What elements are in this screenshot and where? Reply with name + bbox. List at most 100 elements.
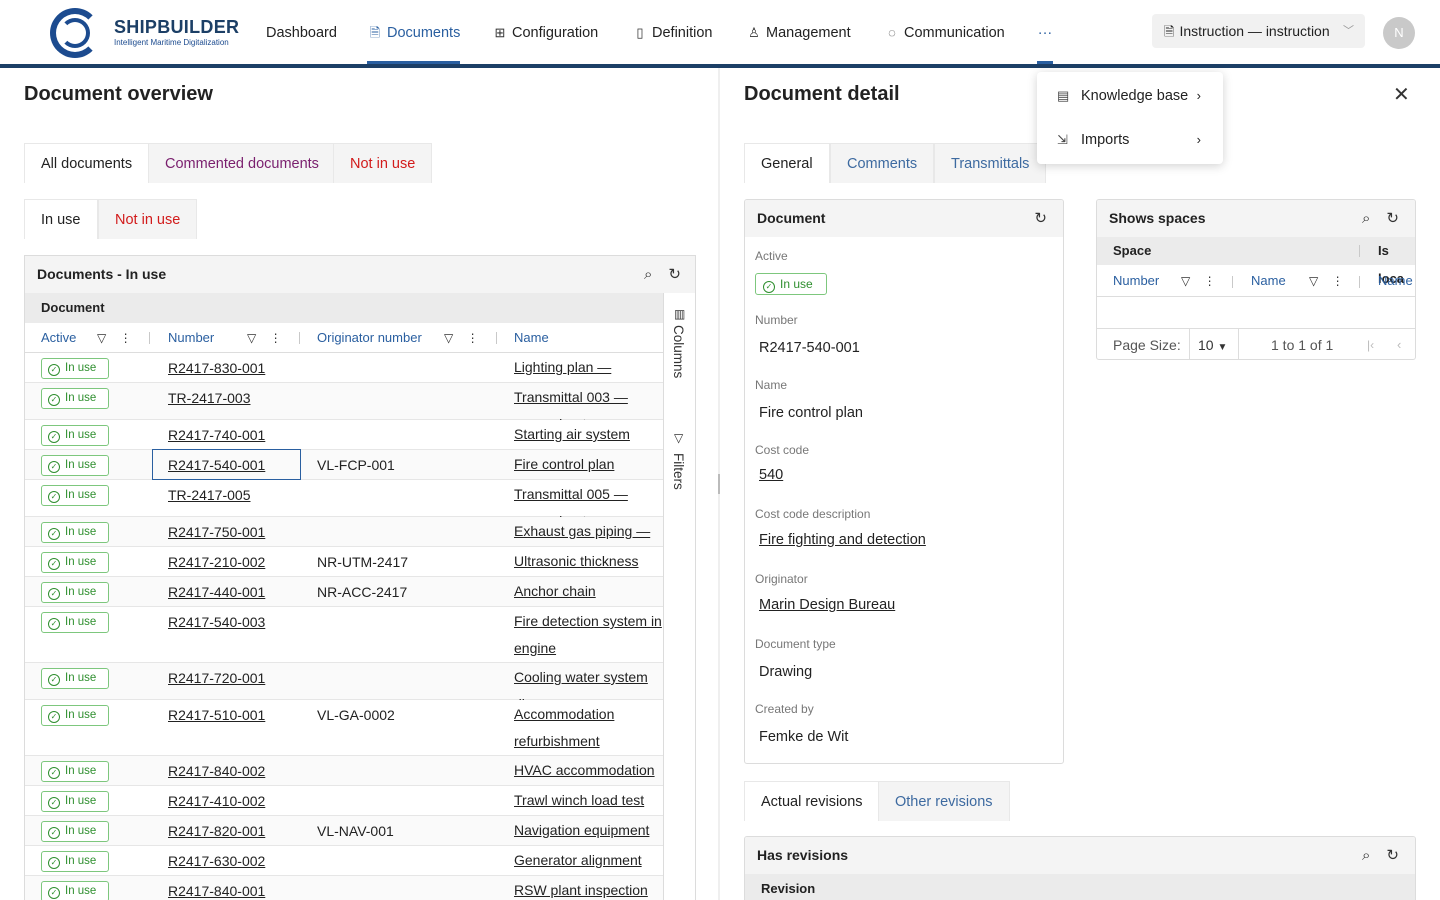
column-header-number[interactable]: Number bbox=[168, 323, 214, 353]
cost-code-link[interactable]: 540 bbox=[759, 467, 783, 483]
page-size-select[interactable]: 10 ▼ bbox=[1189, 329, 1239, 359]
document-name-link[interactable]: Fire detection system in engine bbox=[514, 613, 662, 656]
document-number-link[interactable]: R2417-840-001 bbox=[168, 876, 265, 900]
nav-more-button[interactable]: ··· bbox=[1037, 0, 1053, 64]
filter-icon[interactable]: ▽ bbox=[1181, 274, 1190, 288]
column-separator[interactable] bbox=[149, 332, 150, 344]
filter-icon[interactable]: ▽ bbox=[247, 331, 256, 345]
document-number-link[interactable]: R2417-440-001 bbox=[168, 577, 265, 607]
column-separator[interactable] bbox=[1359, 245, 1360, 257]
kebab-menu-icon[interactable]: ⋮ bbox=[1332, 274, 1344, 288]
document-name-link[interactable]: RSW plant inspection report bbox=[514, 882, 648, 900]
kebab-menu-icon[interactable]: ⋮ bbox=[270, 331, 282, 345]
document-number-link[interactable]: R2417-510-001 bbox=[168, 700, 265, 730]
previous-page-icon[interactable]: ‹ bbox=[1397, 329, 1401, 359]
nav-communication[interactable]: ◌ Communication bbox=[884, 0, 1005, 64]
table-row[interactable]: ✓ In use R2417-540-003 Fire detection sys… bbox=[25, 607, 663, 683]
document-name-link[interactable]: Accommodation refurbishment bbox=[514, 706, 614, 749]
column-separator[interactable] bbox=[299, 332, 300, 344]
columns-icon[interactable]: ▥ bbox=[674, 307, 685, 321]
column-header-local-name[interactable]: Name bbox=[1378, 265, 1413, 297]
document-number-link[interactable]: TR-2417-005 bbox=[168, 480, 251, 510]
table-row[interactable]: ✓ In use R2417-840-002 HVAC accommodation… bbox=[25, 756, 663, 805]
column-separator[interactable] bbox=[1232, 276, 1233, 288]
table-row[interactable]: ✓ In use R2417-440-001 NR-ACC-2417 Anchor… bbox=[25, 577, 663, 626]
nav-documents[interactable]: 🗎 Documents bbox=[367, 0, 461, 64]
kebab-menu-icon[interactable]: ⋮ bbox=[120, 331, 132, 345]
table-row[interactable]: ✓ In use R2417-540-001 VL-FCP-001 Fire co… bbox=[25, 449, 663, 480]
table-row[interactable]: ✓ In use R2417-720-001 Cooling water syst… bbox=[25, 663, 663, 712]
instruction-selector[interactable]: 🗎 Instruction — instruction ﹀ bbox=[1152, 14, 1365, 48]
document-number-link[interactable]: R2417-540-001 bbox=[168, 450, 265, 480]
table-row[interactable]: ✓ In use R2417-750-001 Exhaust gas piping… bbox=[25, 517, 663, 566]
document-number-link[interactable]: R2417-630-002 bbox=[168, 846, 265, 876]
table-row[interactable]: ✓ In use R2417-740-001 Starting air syste… bbox=[25, 420, 663, 469]
document-number-link[interactable]: R2417-720-001 bbox=[168, 663, 265, 693]
search-icon[interactable]: ⌕ bbox=[1362, 847, 1370, 864]
nav-definition[interactable]: ▯ Definition bbox=[632, 0, 712, 64]
tab-actual-revisions[interactable]: Actual revisions bbox=[744, 781, 880, 821]
document-number-link[interactable]: R2417-210-002 bbox=[168, 547, 265, 577]
refresh-icon[interactable]: ↻ bbox=[1034, 210, 1047, 227]
table-row[interactable]: ✓ In use R2417-840-001 RSW plant inspecti… bbox=[25, 876, 663, 900]
nav-management[interactable]: ♙ Management bbox=[746, 0, 850, 64]
column-header-originator-number[interactable]: Originator number bbox=[317, 323, 422, 353]
table-row[interactable]: ✓ In use R2417-510-001 VL-GA-0002 Accommo… bbox=[25, 700, 663, 776]
table-row[interactable]: ✓In use TR-2417-005 Transmittal 005 — co… bbox=[25, 480, 663, 529]
filters-panel-toggle[interactable]: Filters bbox=[671, 453, 686, 490]
column-separator[interactable] bbox=[1359, 276, 1360, 288]
document-number-link[interactable]: TR-2417-003 bbox=[168, 383, 251, 413]
search-icon[interactable]: ⌕ bbox=[1362, 210, 1370, 227]
table-row[interactable]: ✓In use R2417-830-001 Lighting plan — ac… bbox=[25, 353, 663, 402]
table-row[interactable]: ✓ In use R2417-210-002 NR-UTM-2417 Ultras… bbox=[25, 547, 663, 596]
document-number-link[interactable]: R2417-840-002 bbox=[168, 756, 265, 786]
shipbuilder-logo[interactable]: SHIPBUILDER Intelligent Maritime Digital… bbox=[50, 8, 240, 58]
document-number-link[interactable]: R2417-410-002 bbox=[168, 786, 265, 816]
first-page-icon[interactable]: |‹ bbox=[1367, 329, 1374, 359]
tab-transmittals[interactable]: Transmittals bbox=[934, 143, 1047, 183]
column-header-active[interactable]: Active bbox=[41, 323, 76, 353]
avatar[interactable]: N bbox=[1383, 17, 1415, 49]
document-number-link[interactable]: R2417-820-001 bbox=[168, 816, 265, 846]
column-header-name[interactable]: Name bbox=[1251, 265, 1286, 297]
table-row[interactable]: ✓ In use R2417-410-002 Trawl winch load t… bbox=[25, 786, 663, 835]
tab-commented-documents[interactable]: Commented documents bbox=[148, 143, 336, 183]
cost-description-link[interactable]: Fire fighting and detection bbox=[759, 532, 926, 548]
menu-item-imports[interactable]: ⇲ Imports › bbox=[1037, 118, 1223, 162]
subtab-not-in-use[interactable]: Not in use bbox=[98, 199, 198, 239]
search-icon[interactable]: ⌕ bbox=[644, 266, 652, 283]
kebab-menu-icon[interactable]: ⋮ bbox=[467, 331, 479, 345]
tab-not-in-use[interactable]: Not in use bbox=[333, 143, 433, 183]
filter-icon[interactable]: ▽ bbox=[444, 331, 453, 345]
close-icon[interactable]: ✕ bbox=[1393, 82, 1410, 107]
table-row[interactable]: ✓ In use R2417-630-002 Generator alignmen… bbox=[25, 846, 663, 895]
column-separator[interactable] bbox=[496, 332, 497, 344]
originator-link[interactable]: Marin Design Bureau bbox=[759, 597, 895, 613]
tab-other-revisions[interactable]: Other revisions bbox=[878, 781, 1010, 821]
document-number-link[interactable]: R2417-830-001 bbox=[168, 353, 265, 383]
refresh-icon[interactable]: ↻ bbox=[668, 266, 681, 283]
menu-item-knowledge-base[interactable]: ▤ Knowledge base › bbox=[1037, 74, 1223, 118]
nav-configuration[interactable]: ⊞ Configuration bbox=[492, 0, 599, 64]
document-number-link[interactable]: R2417-740-001 bbox=[168, 420, 265, 450]
document-name-link[interactable]: Fire control plan bbox=[514, 456, 614, 472]
kebab-menu-icon[interactable]: ⋮ bbox=[1204, 274, 1216, 288]
document-number-link[interactable]: R2417-750-001 bbox=[168, 517, 265, 547]
tab-comments[interactable]: Comments bbox=[830, 143, 935, 183]
document-number-link[interactable]: R2417-540-003 bbox=[168, 607, 265, 637]
refresh-icon[interactable]: ↻ bbox=[1386, 210, 1399, 227]
refresh-icon[interactable]: ↻ bbox=[1386, 847, 1399, 864]
columns-panel-toggle[interactable]: Columns bbox=[671, 325, 686, 378]
nav-dashboard[interactable]: Dashboard bbox=[266, 0, 337, 64]
filter-icon[interactable]: ▽ bbox=[1309, 274, 1318, 288]
filter-icon[interactable]: ▽ bbox=[674, 431, 683, 445]
column-header-name[interactable]: Name bbox=[514, 323, 549, 353]
table-row[interactable]: ✓In use TR-2417-003 Transmittal 003 — co… bbox=[25, 383, 663, 432]
tab-all-documents[interactable]: All documents bbox=[24, 143, 150, 183]
tab-general[interactable]: General bbox=[744, 143, 830, 183]
splitter-handle[interactable] bbox=[718, 474, 720, 494]
table-row[interactable]: ✓ In use R2417-820-001 VL-NAV-001 Navigat… bbox=[25, 816, 663, 865]
filter-icon[interactable]: ▽ bbox=[97, 331, 106, 345]
column-header-number[interactable]: Number bbox=[1113, 265, 1159, 297]
subtab-in-use[interactable]: In use bbox=[24, 199, 98, 239]
